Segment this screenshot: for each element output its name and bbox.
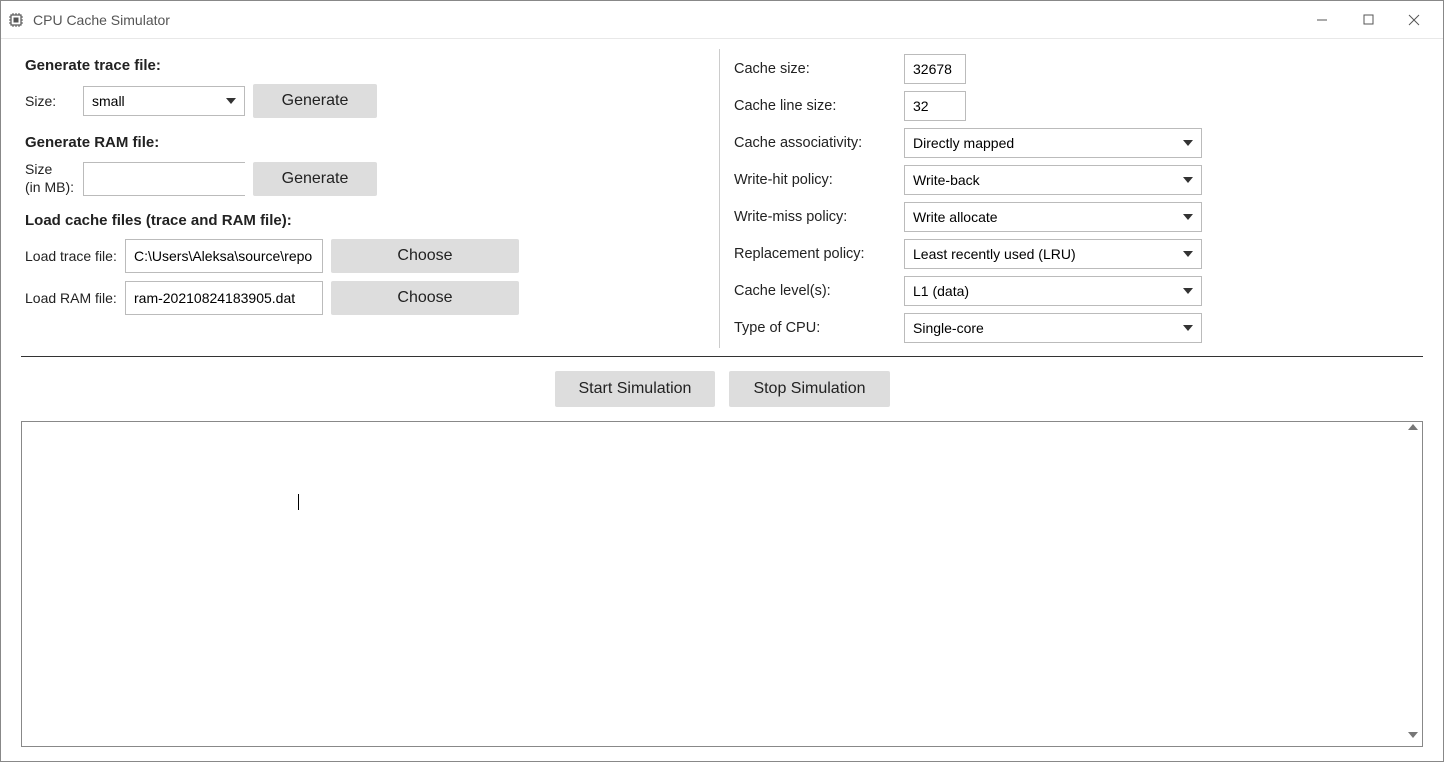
choose-ram-button[interactable]: Choose	[331, 281, 519, 315]
write-hit-row: Write-hit policy: Write-back	[734, 163, 1423, 197]
replacement-row: Replacement policy: Least recently used …	[734, 237, 1423, 271]
choose-trace-button[interactable]: Choose	[331, 239, 519, 273]
left-pane: Generate trace file: Size: small Generat…	[1, 49, 719, 348]
generate-trace-button[interactable]: Generate	[253, 84, 377, 118]
ram-size-spinbox[interactable]: ＋ −	[83, 162, 245, 196]
trace-size-row: Size: small Generate	[25, 84, 709, 118]
app-window: CPU Cache Simulator Generate trace file:…	[0, 0, 1444, 762]
window-title: CPU Cache Simulator	[33, 12, 170, 28]
load-ram-label: Load RAM file:	[25, 290, 125, 306]
write-miss-label: Write-miss policy:	[734, 209, 904, 225]
upper-panel: Generate trace file: Size: small Generat…	[1, 39, 1443, 356]
start-simulation-button[interactable]: Start Simulation	[555, 371, 716, 407]
scroll-up-icon[interactable]	[1408, 424, 1420, 436]
scroll-down-icon[interactable]	[1408, 732, 1420, 744]
replacement-select[interactable]: Least recently used (LRU)	[904, 239, 1202, 269]
cache-size-input[interactable]	[904, 54, 966, 84]
cache-levels-label: Cache level(s):	[734, 283, 904, 299]
stop-simulation-button[interactable]: Stop Simulation	[729, 371, 889, 407]
simulation-buttons-row: Start Simulation Stop Simulation	[1, 357, 1443, 421]
load-ram-input[interactable]	[125, 281, 323, 315]
generate-ram-button[interactable]: Generate	[253, 162, 377, 196]
app-icon	[7, 11, 25, 29]
titlebar: CPU Cache Simulator	[1, 1, 1443, 39]
minimize-button[interactable]	[1299, 5, 1345, 35]
write-miss-row: Write-miss policy: Write allocate	[734, 200, 1423, 234]
load-trace-row: Load trace file: Choose	[25, 239, 709, 273]
generate-trace-heading: Generate trace file:	[25, 57, 709, 74]
cache-assoc-select[interactable]: Directly mapped	[904, 128, 1202, 158]
right-pane: Cache size: Cache line size: Cache assoc…	[719, 49, 1443, 348]
cache-assoc-label: Cache associativity:	[734, 135, 904, 151]
cpu-type-row: Type of CPU: Single-core	[734, 311, 1423, 345]
generate-ram-heading: Generate RAM file:	[25, 134, 709, 151]
cache-levels-row: Cache level(s): L1 (data)	[734, 274, 1423, 308]
load-trace-input[interactable]	[125, 239, 323, 273]
maximize-button[interactable]	[1345, 5, 1391, 35]
load-files-heading: Load cache files (trace and RAM file):	[25, 212, 709, 229]
cache-line-size-label: Cache line size:	[734, 98, 904, 114]
cache-line-size-input[interactable]	[904, 91, 966, 121]
load-ram-row: Load RAM file: Choose	[25, 281, 709, 315]
cache-line-size-row: Cache line size:	[734, 89, 1423, 123]
close-button[interactable]	[1391, 5, 1437, 35]
cpu-type-label: Type of CPU:	[734, 320, 904, 336]
content: Generate trace file: Size: small Generat…	[1, 39, 1443, 761]
cache-size-row: Cache size:	[734, 52, 1423, 86]
cache-size-label: Cache size:	[734, 61, 904, 77]
ram-size-label: Size(in MB):	[25, 161, 83, 196]
replacement-label: Replacement policy:	[734, 246, 904, 262]
output-textarea[interactable]	[21, 421, 1423, 747]
cache-assoc-row: Cache associativity: Directly mapped	[734, 126, 1423, 160]
trace-size-label: Size:	[25, 93, 83, 109]
trace-size-select[interactable]: small	[83, 86, 245, 116]
write-hit-select[interactable]: Write-back	[904, 165, 1202, 195]
write-miss-select[interactable]: Write allocate	[904, 202, 1202, 232]
cpu-type-select[interactable]: Single-core	[904, 313, 1202, 343]
load-trace-label: Load trace file:	[25, 248, 125, 264]
ram-size-row: Size(in MB): ＋ − Generate	[25, 161, 709, 196]
write-hit-label: Write-hit policy:	[734, 172, 904, 188]
text-cursor	[298, 494, 299, 510]
cache-levels-select[interactable]: L1 (data)	[904, 276, 1202, 306]
